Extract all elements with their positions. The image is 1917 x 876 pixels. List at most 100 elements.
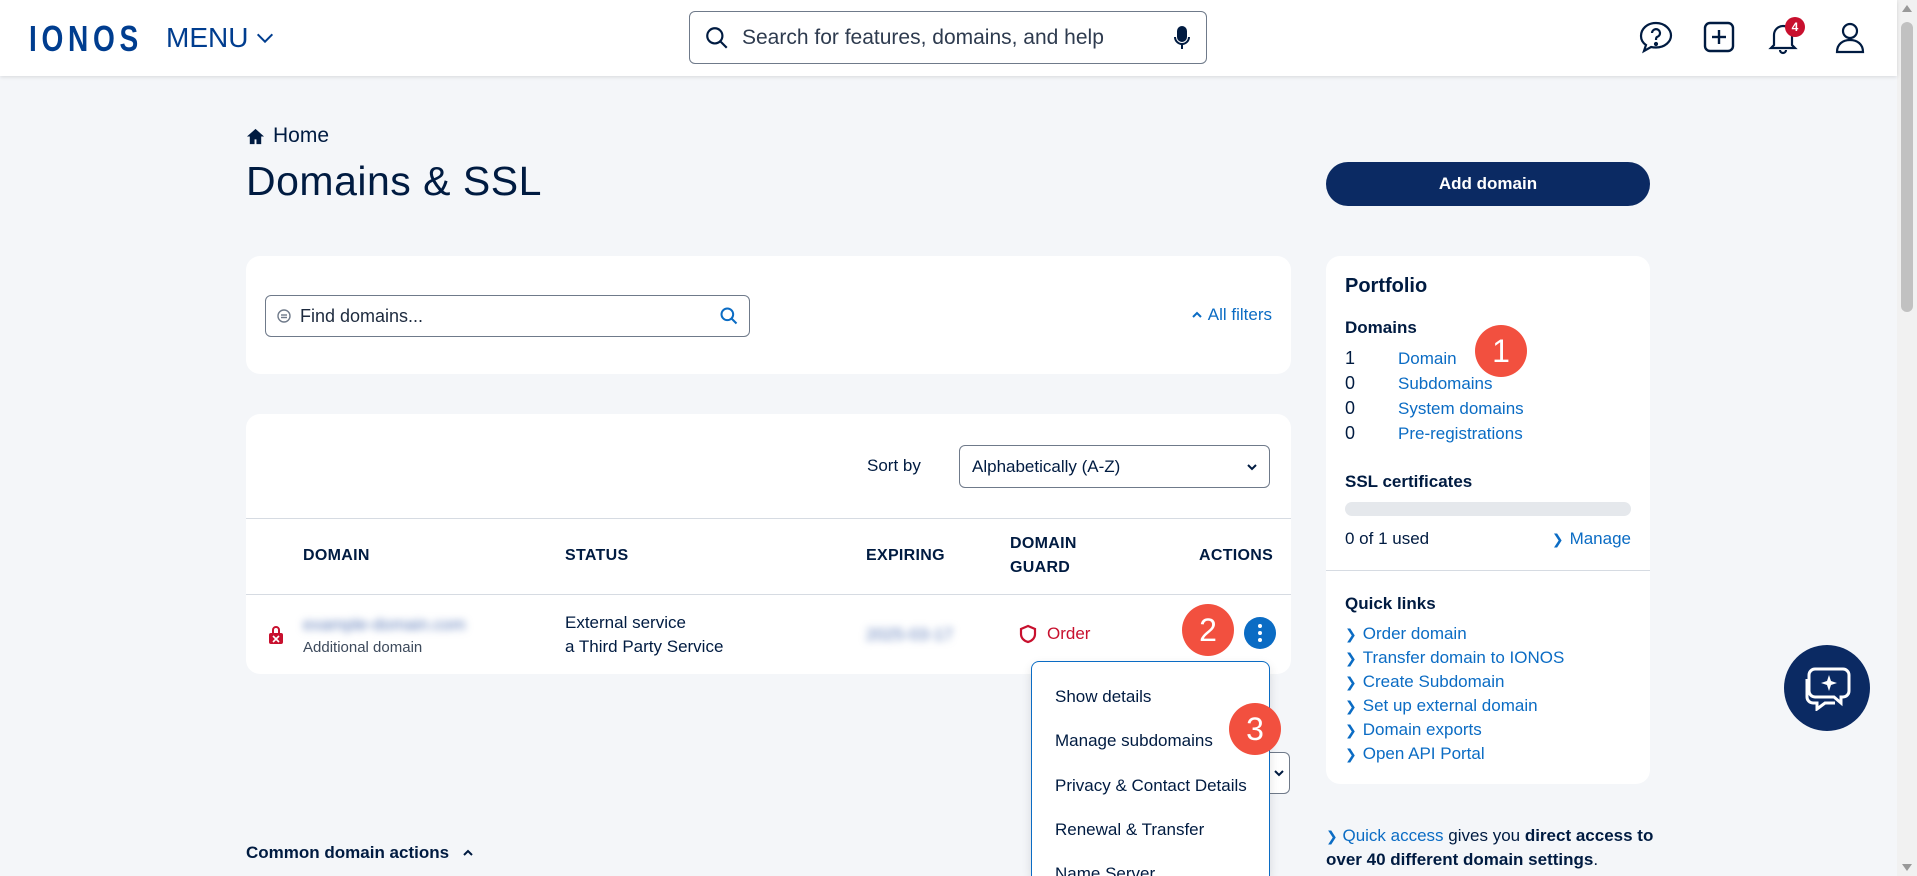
search-icon [706,26,728,49]
quick-links-heading: Quick links [1345,594,1436,613]
quick-access-link[interactable]: ❯ Quick access [1326,826,1444,845]
menu-item-renewal-transfer[interactable]: Renewal & Transfer [1055,820,1204,840]
manage-label: Manage [1569,529,1631,548]
quick-link-create-subdomain[interactable]: ❯ Create Subdomain [1345,672,1505,692]
breadcrumb: Home [246,124,329,148]
order-label: Order [1047,624,1091,643]
microphone-icon[interactable] [1172,25,1192,51]
top-navigation-bar: IONOS MENU 4 [0,0,1897,76]
quick-access-text: gives you [1443,826,1525,845]
column-header-domain-guard-line2: GUARD [1010,559,1071,576]
domain-count: 1 [1345,348,1356,368]
portfolio-divider [1326,570,1650,571]
menu-item-privacy-contact[interactable]: Privacy & Contact Details [1055,776,1247,796]
column-header-status[interactable]: STATUS [565,544,628,568]
scroll-down-arrow-icon[interactable] [1902,864,1912,871]
search-icon[interactable] [719,306,739,326]
column-header-domain-guard-line1: DOMAIN [1010,535,1077,552]
scrollbar-thumb[interactable] [1901,22,1913,312]
quick-link-order-domain[interactable]: ❯ Order domain [1345,624,1467,644]
common-domain-actions-toggle[interactable]: Common domain actions [246,843,475,863]
page-scrollbar[interactable] [1897,0,1917,876]
portfolio-link-pre-registrations[interactable]: Pre-registrations [1398,424,1523,444]
chevron-right-icon: ❯ [1345,625,1357,642]
column-header-expiring[interactable]: EXPIRING [866,544,945,568]
scroll-up-arrow-icon[interactable] [1902,5,1912,12]
column-header-domain[interactable]: DOMAIN [303,544,370,568]
ssl-manage-link[interactable]: ❯ Manage [1552,529,1631,549]
quick-access-link-label: Quick access [1342,826,1444,845]
domain-table-card: Sort by Alphabetically (A-Z) DOMAIN STAT… [246,414,1291,674]
ssl-usage-text: 0 of 1 used [1345,529,1430,548]
quick-link-label: Set up external domain [1362,696,1538,715]
filter-status-icon [277,309,291,323]
breadcrumb-home-link[interactable]: Home [273,124,329,148]
domain-type: Additional domain [303,639,423,656]
sort-selected-value: Alphabetically (A-Z) [972,456,1121,476]
sort-by-label: Sort by [867,456,921,475]
quick-link-external-domain[interactable]: ❯ Set up external domain [1345,696,1538,716]
pagination-select[interactable] [1268,752,1290,794]
menu-label: MENU [166,22,249,53]
chevron-down-icon [1273,770,1284,777]
subdomains-count: 0 [1345,373,1356,393]
table-header-divider-bottom [246,594,1291,595]
chat-assistant-button[interactable] [1784,645,1870,731]
chevron-right-icon: ❯ [1345,697,1357,714]
main-menu-button[interactable]: MENU [166,22,276,54]
chevron-up-icon [463,849,473,856]
quick-access-period: . [1593,850,1599,869]
quick-access-promo: ❯ Quick access gives you direct access t… [1326,824,1656,872]
shield-icon [1019,624,1037,644]
add-icon[interactable] [1701,19,1737,55]
page-title: Domains & SSL [246,158,542,204]
menu-item-name-server[interactable]: Name Server [1055,864,1155,876]
portfolio-domains-heading: Domains [1345,318,1417,337]
chevron-down-icon [1247,463,1257,470]
find-domains-input[interactable] [300,305,719,327]
domain-filter-card: All filters [246,256,1291,374]
quick-link-open-api[interactable]: ❯ Open API Portal [1345,744,1485,764]
notification-badge: 4 [1785,17,1805,37]
quick-link-domain-exports[interactable]: ❯ Domain exports [1345,720,1482,740]
chevron-down-icon [257,33,274,44]
quick-link-label: Domain exports [1362,720,1482,739]
order-domain-guard-link[interactable]: Order [1019,624,1090,644]
global-search-input[interactable] [742,25,1172,50]
portfolio-link-system-domains[interactable]: System domains [1398,399,1524,419]
user-account-icon[interactable] [1832,19,1868,55]
global-search-box [689,11,1207,64]
menu-item-manage-subdomains[interactable]: Manage subdomains [1055,731,1213,751]
domain-name[interactable]: example-domain.com [303,613,466,637]
column-header-domain-guard[interactable]: DOMAIN GUARD [1010,532,1077,580]
chevron-right-icon: ❯ [1345,721,1357,738]
row-actions-menu: Show details Manage subdomains Privacy &… [1031,661,1270,876]
help-icon[interactable] [1638,19,1674,55]
sort-select[interactable]: Alphabetically (A-Z) [959,445,1270,488]
all-filters-toggle[interactable]: All filters [1191,305,1272,325]
status-line2: a Third Party Service [565,637,724,656]
row-actions-kebab-button[interactable] [1244,617,1276,649]
step-badge-3: 3 [1229,703,1281,755]
portfolio-link-domain[interactable]: Domain [1398,349,1457,369]
ionos-logo[interactable]: IONOS [29,18,143,60]
quick-link-transfer-domain[interactable]: ❯ Transfer domain to IONOS [1345,648,1564,668]
find-domains-box [265,295,750,337]
step-badge-2: 2 [1182,604,1234,656]
menu-item-show-details[interactable]: Show details [1055,687,1151,707]
quick-link-label: Transfer domain to IONOS [1362,648,1565,667]
system-domains-count: 0 [1345,398,1356,418]
common-domain-actions-label: Common domain actions [246,843,450,862]
portfolio-title: Portfolio [1345,275,1428,297]
table-header-divider-top [246,518,1291,519]
quick-link-label: Open API Portal [1362,744,1485,763]
step-badge-1: 1 [1475,325,1527,377]
chevron-up-icon [1192,311,1202,318]
portfolio-link-subdomains[interactable]: Subdomains [1398,374,1493,394]
add-domain-button[interactable]: Add domain [1326,162,1650,206]
expiring-date: 2025-03-17 [866,625,953,644]
column-header-actions: ACTIONS [1199,547,1274,564]
ssl-certificates-heading: SSL certificates [1345,472,1473,491]
all-filters-label: All filters [1207,305,1272,324]
quick-link-label: Create Subdomain [1362,672,1505,691]
